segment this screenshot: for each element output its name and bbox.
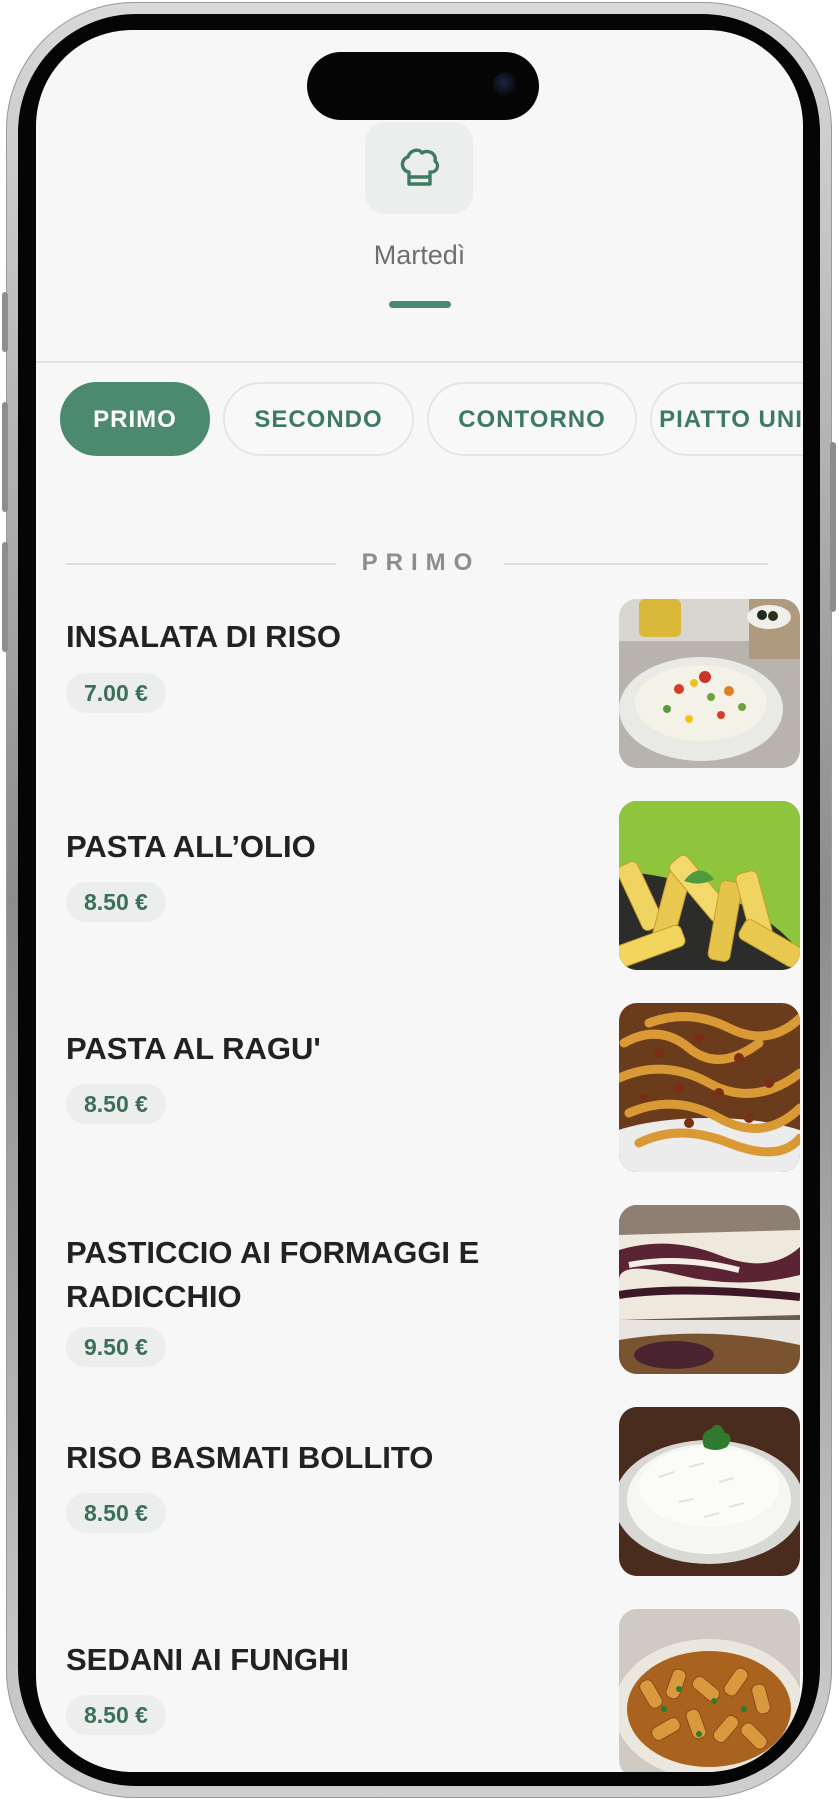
item-name: PASTICCIO AI FORMAGGI E RADICCHIO [66, 1235, 480, 1314]
price-badge: 7.00 € [66, 673, 166, 713]
price-badge: 8.50 € [66, 1084, 166, 1124]
pasta-al-ragu-photo [619, 1003, 800, 1172]
menu-item[interactable]: PASTICCIO AI FORMAGGI E RADICCHIO 9.50 € [66, 1205, 800, 1375]
pasta-all-olio-photo [619, 801, 800, 970]
sedani-ai-funghi-photo [619, 1609, 800, 1772]
menu-item[interactable]: PASTA ALL’OLIO 8.50 € [66, 801, 800, 971]
tab-piatto-unico[interactable]: PIATTO UNICO [650, 382, 803, 456]
insalata-di-riso-photo [619, 599, 800, 768]
item-name: INSALATA DI RISO [66, 619, 341, 654]
price-badge: 8.50 € [66, 882, 166, 922]
chef-hat-icon [400, 148, 440, 186]
item-name: RISO BASMATI BOLLITO [66, 1440, 434, 1475]
power-button [830, 442, 836, 612]
price-badge: 8.50 € [66, 1695, 166, 1735]
menu-item[interactable]: PASTA AL RAGU' 8.50 € [66, 1003, 800, 1173]
action-button [2, 292, 8, 352]
price-badge: 9.50 € [66, 1327, 166, 1367]
item-name: PASTA AL RAGU' [66, 1031, 321, 1066]
tab-primo[interactable]: PRIMO [60, 382, 210, 456]
item-name: SEDANI AI FUNGHI [66, 1642, 350, 1677]
front-camera [493, 72, 519, 98]
volume-up-button [2, 402, 8, 512]
riso-basmati-photo [619, 1407, 800, 1576]
tab-contorno[interactable]: CONTORNO [427, 382, 637, 456]
day-selected-indicator [389, 301, 451, 308]
dynamic-island [307, 52, 539, 120]
price-badge: 8.50 € [66, 1493, 166, 1533]
header-divider [36, 361, 803, 363]
chef-logo [365, 122, 473, 214]
menu-item[interactable]: RISO BASMATI BOLLITO 8.50 € [66, 1407, 800, 1577]
day-label[interactable]: Martedì [36, 240, 803, 271]
tab-secondo[interactable]: SECONDO [223, 382, 414, 456]
category-tabs: PRIMOSECONDOCONTORNOPIATTO UNICO [60, 382, 803, 456]
item-name: PASTA ALL’OLIO [66, 829, 316, 864]
menu-item[interactable]: INSALATA DI RISO 7.00 € [66, 599, 800, 769]
section-header: PRIMO [66, 545, 768, 581]
pasticcio-photo [619, 1205, 800, 1374]
app-screen: Martedì PRIMOSECONDOCONTORNOPIATTO UNICO… [36, 30, 803, 1772]
menu-item[interactable]: SEDANI AI FUNGHI 8.50 € [66, 1609, 800, 1772]
section-divider-right [504, 563, 768, 565]
volume-down-button [2, 542, 8, 652]
